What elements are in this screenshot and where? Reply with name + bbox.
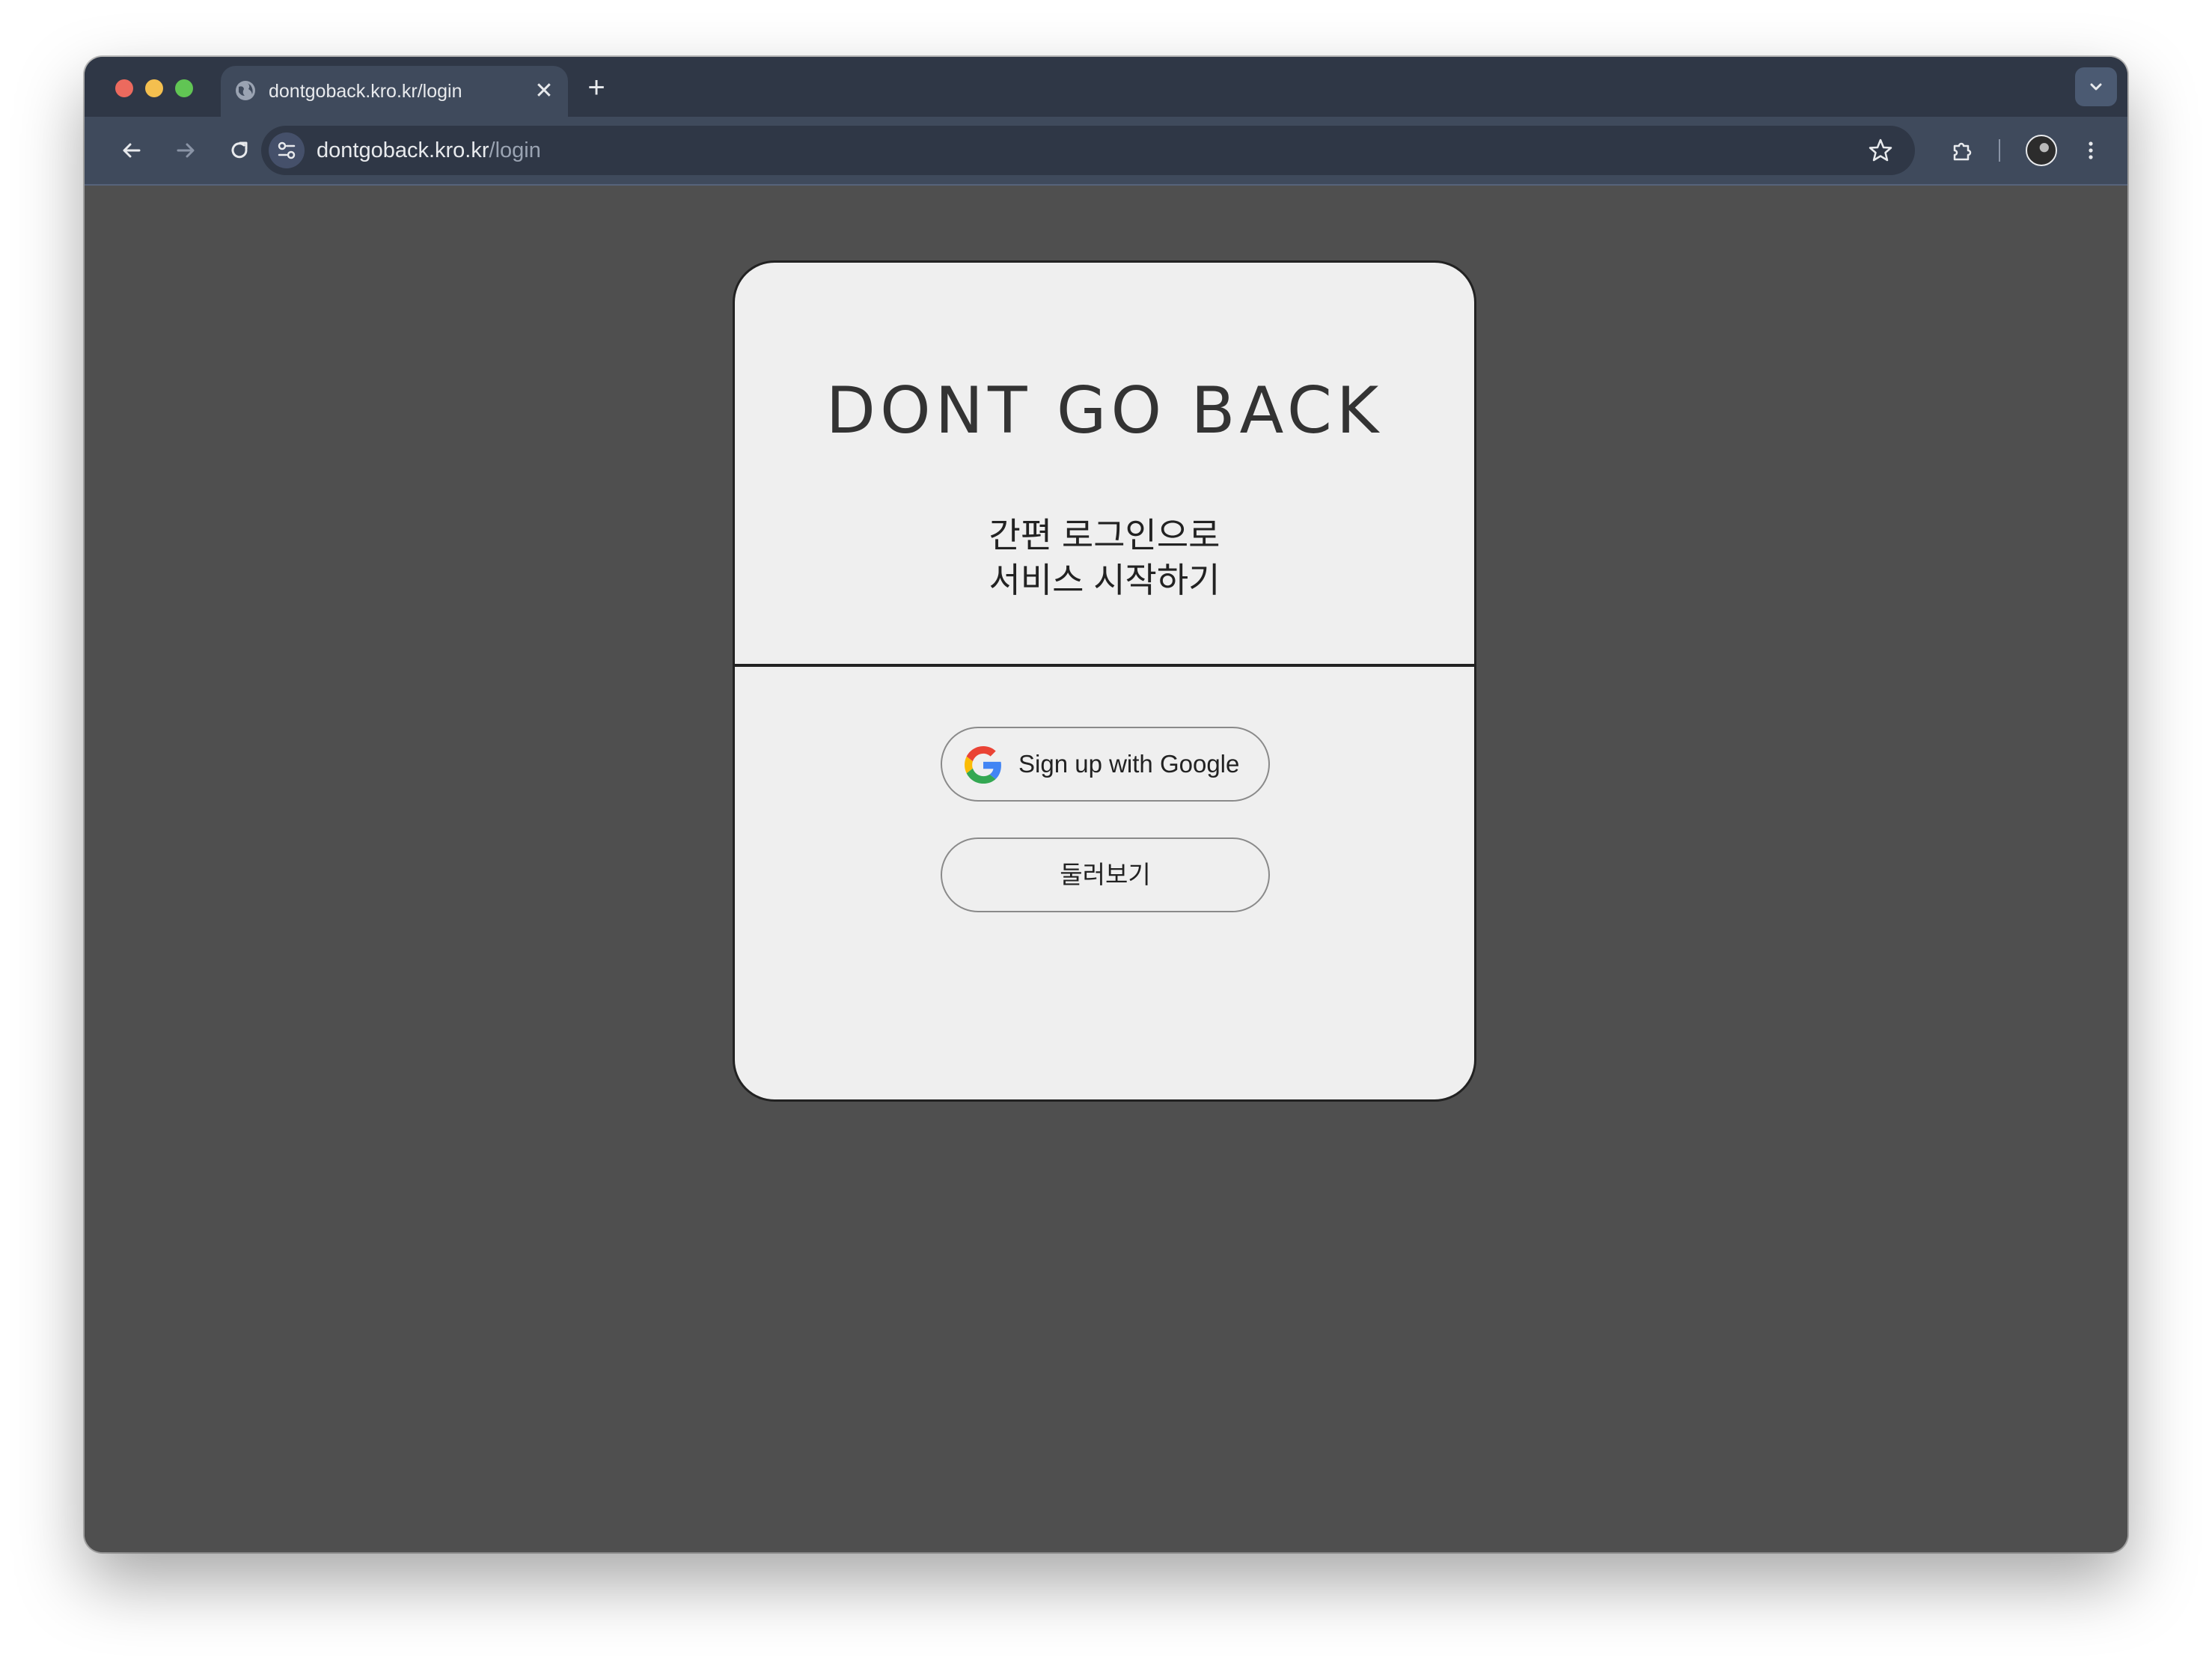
app-title: DONT GO BACK [825, 373, 1384, 448]
address-bar[interactable]: dontgoback.kro.kr/login [261, 126, 1915, 175]
browser-toolbar: dontgoback.kro.kr/login [85, 117, 2127, 186]
google-signup-button[interactable]: Sign up with Google [941, 727, 1270, 802]
close-icon[interactable]: ✕ [532, 79, 556, 103]
plus-icon[interactable]: + [581, 73, 611, 103]
url-host: dontgoback.kro.kr [317, 138, 489, 162]
site-info-button[interactable] [269, 132, 305, 168]
login-card: DONT GO BACK 간편 로그인으로 서비스 시작하기 Sign up w… [733, 260, 1476, 1102]
star-icon[interactable] [1867, 137, 1894, 164]
close-window-button[interactable] [115, 79, 133, 97]
back-button[interactable] [114, 133, 149, 168]
browser-window: dontgoback.kro.kr/login ✕ + dontgoback.k… [85, 57, 2127, 1552]
browse-button-label: 둘러보기 [1060, 861, 1151, 888]
subtitle-line-1: 간편 로그인으로 [989, 516, 1220, 555]
tab-search-button[interactable] [2075, 67, 2117, 106]
card-divider [735, 664, 1474, 667]
tab-title: dontgoback.kro.kr/login [269, 81, 462, 102]
toolbar-separator [1999, 139, 2000, 162]
url-text[interactable]: dontgoback.kro.kr/login [317, 126, 541, 175]
tab-strip: dontgoback.kro.kr/login ✕ + [85, 57, 2127, 117]
page-content: DONT GO BACK 간편 로그인으로 서비스 시작하기 Sign up w… [85, 186, 2127, 1552]
url-path: /login [489, 138, 541, 162]
globe-icon [234, 79, 257, 102]
extensions-button[interactable] [1945, 133, 1979, 168]
avatar[interactable] [2026, 135, 2057, 166]
minimize-window-button[interactable] [145, 79, 163, 97]
login-subtitle: 간편 로그인으로 서비스 시작하기 [735, 513, 1474, 602]
reload-button[interactable] [222, 133, 257, 168]
browser-menu-button[interactable] [2074, 133, 2108, 168]
forward-button[interactable] [168, 133, 203, 168]
google-logo-icon [965, 746, 1002, 784]
active-tab[interactable]: dontgoback.kro.kr/login ✕ [221, 66, 568, 117]
maximize-window-button[interactable] [175, 79, 193, 97]
browse-button[interactable]: 둘러보기 [941, 837, 1270, 912]
subtitle-line-2: 서비스 시작하기 [989, 561, 1220, 599]
google-button-label: Sign up with Google [1018, 750, 1240, 778]
